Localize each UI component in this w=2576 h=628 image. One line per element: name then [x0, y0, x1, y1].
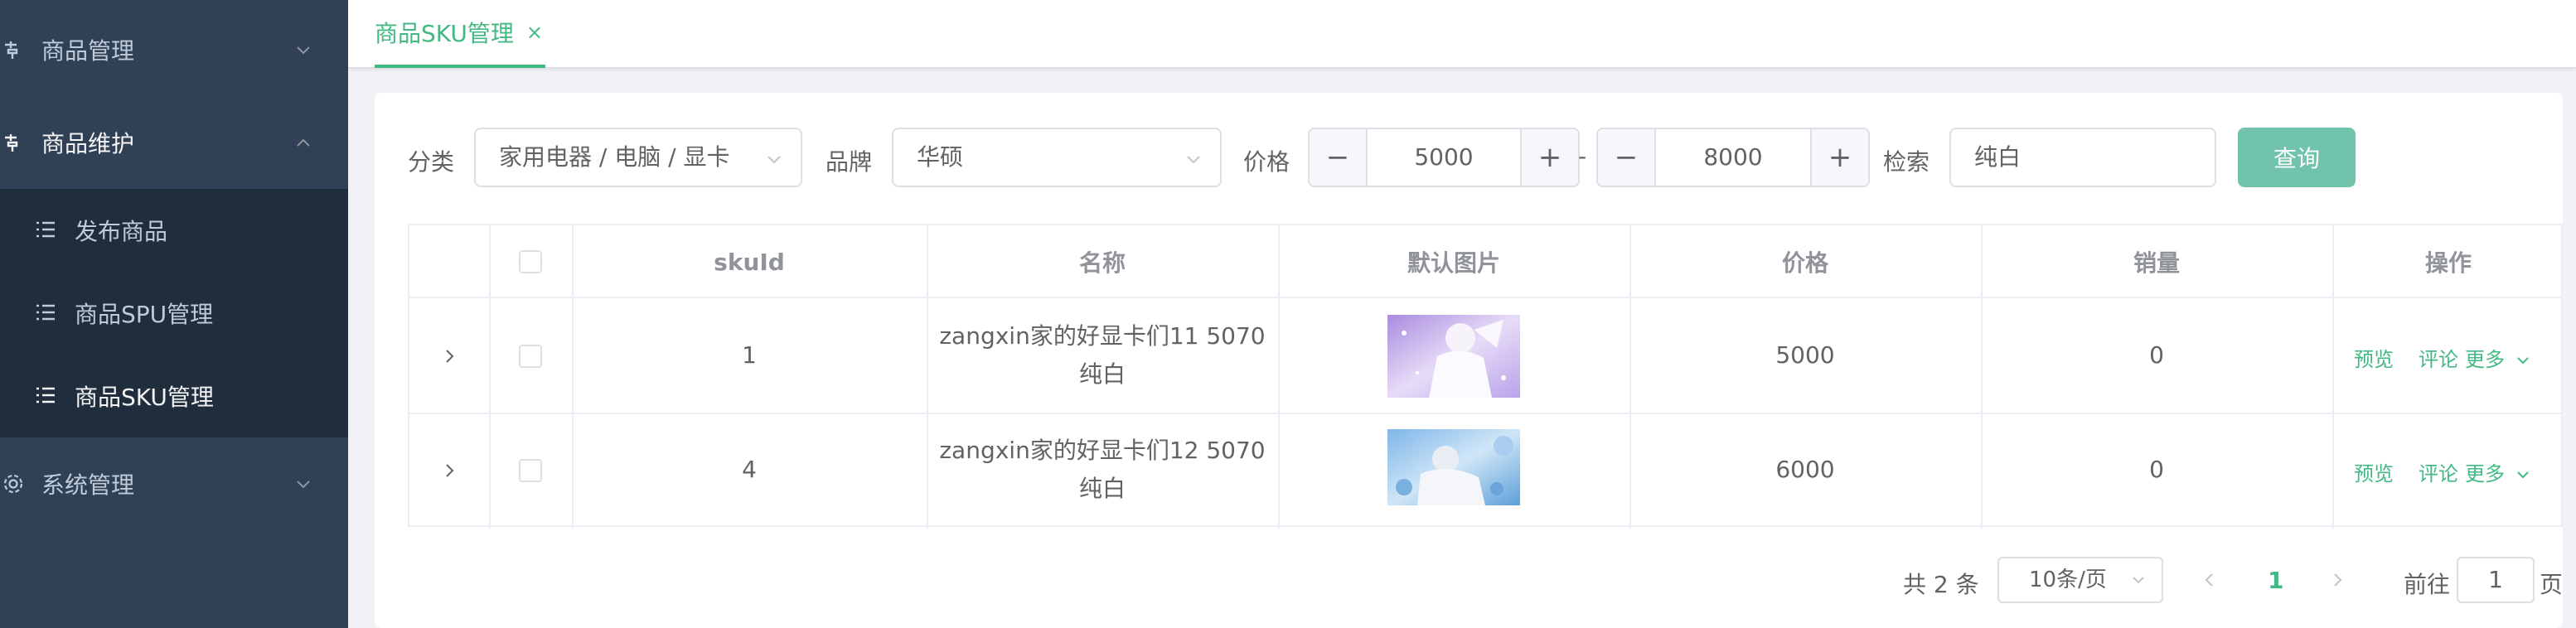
search-value: 纯白	[1974, 143, 2022, 171]
name-line: 纯白	[1078, 475, 1126, 502]
cell-price: 5000	[1775, 341, 1835, 369]
goto-page-value: 1	[2488, 566, 2503, 593]
page-number-current[interactable]: 1	[2268, 567, 2283, 594]
menu-label: 商品维护	[41, 130, 135, 157]
increase-button[interactable]: +	[1810, 129, 1868, 186]
chevron-down-icon	[293, 474, 313, 494]
preview-link[interactable]: 预览	[2354, 457, 2394, 486]
price-max-stepper[interactable]: − 8000 +	[1596, 128, 1870, 187]
content-card: 分类 家用电器 / 电脑 / 显卡 品牌 华硕 价格 − 5000 + - − …	[375, 93, 2563, 628]
close-icon[interactable]: ×	[524, 21, 545, 44]
decrease-button[interactable]: −	[1598, 129, 1656, 186]
next-page-icon[interactable]	[2327, 570, 2351, 593]
chevron-down-icon	[2130, 572, 2147, 588]
category-label: 分类	[408, 148, 455, 176]
menu-label: 商品管理	[41, 37, 135, 65]
tools-icon	[0, 129, 27, 156]
page-suffix: 页	[2540, 571, 2564, 598]
chevron-down-icon	[1184, 149, 1203, 169]
goto-page-input[interactable]: 1	[2457, 557, 2535, 603]
decrease-button[interactable]: −	[1310, 129, 1368, 186]
row-checkbox[interactable]	[519, 345, 542, 368]
page-size-select[interactable]: 10条/页	[1997, 557, 2163, 603]
sidebar: 商品管理 商品维护 发布商品 商品SPU管理 商品SKU管理 系统管理	[0, 0, 348, 628]
menu-label: 系统管理	[41, 471, 135, 499]
submenu: 发布商品 商品SPU管理 商品SKU管理	[0, 189, 348, 437]
tabs-bar: 商品SKU管理 ×	[348, 0, 2576, 68]
price-separator: -	[1578, 143, 1587, 170]
cell-sales: 0	[2149, 456, 2164, 483]
list-icon	[33, 217, 60, 244]
preview-link[interactable]: 预览	[2354, 343, 2394, 372]
header-default-image: 默认图片	[1407, 249, 1500, 277]
sku-table: skuId 名称 默认图片 价格 销量 操作 1 zangxin家的好显卡们11…	[408, 224, 2563, 529]
goto-label: 前往	[2404, 571, 2451, 598]
more-dropdown[interactable]: 更多	[2465, 343, 2531, 372]
header-sales: 销量	[2133, 249, 2180, 277]
default-image-thumbnail[interactable]	[1387, 429, 1520, 505]
tab-sku-management[interactable]: 商品SKU管理 ×	[375, 0, 545, 68]
tab-label: 商品SKU管理	[375, 20, 514, 47]
sidebar-item-spu-management[interactable]: 商品SPU管理	[0, 272, 348, 355]
column-divider	[489, 225, 491, 529]
cell-skuid: 4	[742, 456, 757, 483]
cell-price: 6000	[1775, 456, 1835, 483]
chevron-down-icon	[2516, 471, 2529, 479]
brand-value: 华硕	[917, 143, 964, 171]
chevron-up-icon	[293, 133, 313, 152]
name-line: zangxin家的好显卡们11 5070	[939, 322, 1266, 350]
menu-item-system-management[interactable]: 系统管理	[0, 459, 348, 509]
list-icon	[33, 383, 60, 409]
header-actions: 操作	[2424, 249, 2472, 277]
search-label: 检索	[1883, 148, 1930, 176]
more-label: 更多	[2465, 348, 2505, 371]
pagination-total: 共 2 条	[1903, 571, 1979, 598]
header-skuid[interactable]: skuId	[572, 225, 927, 298]
name-line: zangxin家的好显卡们12 5070	[939, 437, 1266, 464]
cell-name: zangxin家的好显卡们12 5070 纯白	[927, 414, 1278, 525]
more-label: 更多	[2465, 462, 2505, 485]
sidebar-item-label: 商品SPU管理	[75, 301, 214, 328]
expand-chevron-icon[interactable]	[439, 461, 459, 484]
sidebar-item-sku-management[interactable]: 商品SKU管理	[0, 355, 348, 437]
category-cascader[interactable]: 家用电器 / 电脑 / 显卡	[474, 128, 802, 187]
name-line: 纯白	[1078, 360, 1126, 388]
page-size-value: 10条/页	[2029, 568, 2107, 592]
prev-page-icon[interactable]	[2200, 570, 2223, 593]
expand-chevron-icon[interactable]	[439, 346, 459, 370]
cell-sales: 0	[2149, 341, 2164, 369]
sidebar-item-publish-product[interactable]: 发布商品	[0, 189, 348, 272]
select-all-checkbox[interactable]	[519, 250, 542, 273]
menu-item-product-management[interactable]: 商品管理	[0, 25, 348, 75]
cell-skuid: 1	[742, 341, 757, 369]
tools-icon	[0, 36, 27, 63]
price-label: 价格	[1243, 148, 1290, 176]
list-icon	[33, 300, 60, 326]
sidebar-item-label: 发布商品	[75, 218, 168, 245]
menu-item-product-maintenance[interactable]: 商品维护	[0, 118, 348, 167]
sidebar-item-label: 商品SKU管理	[75, 384, 214, 411]
price-min-value[interactable]: 5000	[1368, 129, 1520, 186]
chevron-down-icon	[2516, 357, 2529, 365]
comment-link[interactable]: 评论	[2419, 343, 2458, 372]
category-value: 家用电器 / 电脑 / 显卡	[499, 143, 730, 171]
price-min-stepper[interactable]: − 5000 +	[1308, 128, 1580, 187]
header-name: 名称	[1078, 249, 1126, 277]
brand-select[interactable]: 华硕	[892, 128, 1222, 187]
default-image-thumbnail[interactable]	[1387, 315, 1520, 398]
gear-icon	[0, 471, 27, 497]
price-max-value[interactable]: 8000	[1656, 129, 1810, 186]
search-input[interactable]: 纯白	[1949, 128, 2216, 187]
comment-link[interactable]: 评论	[2419, 457, 2458, 486]
chevron-down-icon	[764, 149, 784, 169]
increase-button[interactable]: +	[1520, 129, 1578, 186]
chevron-down-icon	[293, 40, 313, 60]
more-dropdown[interactable]: 更多	[2465, 457, 2531, 486]
query-button[interactable]: 查询	[2238, 128, 2356, 187]
row-checkbox[interactable]	[519, 459, 542, 482]
header-price: 价格	[1781, 249, 1828, 277]
cell-name: zangxin家的好显卡们11 5070 纯白	[927, 298, 1278, 413]
brand-label: 品牌	[826, 148, 873, 176]
